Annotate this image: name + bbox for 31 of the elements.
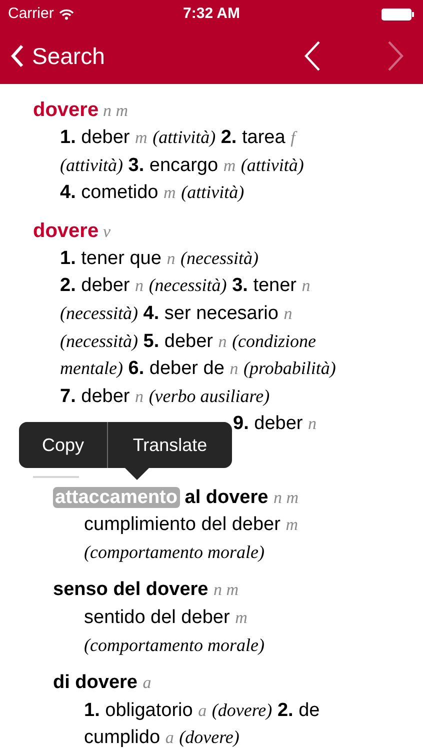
definition-line: (necessità) 4. ser necesario n	[59, 302, 294, 326]
phrase-headword: di dovere a	[52, 671, 152, 696]
definition-line: (attività) 3. encargo m (attività)	[59, 154, 305, 178]
definition-line: (comportamento morale)	[83, 540, 266, 564]
chevron-left-icon	[303, 40, 321, 72]
definition-line: (necessità) 5. deber n (condizione	[59, 330, 318, 354]
definition-line: 2. deber n (necessità) 3. tener n	[59, 274, 312, 298]
definition-line: 1. obligatorio a (dovere) 2. de	[83, 698, 321, 723]
definition-line: 1. tener que n (necessità)	[59, 246, 260, 271]
definition-line: 4. cometido m (attività)	[59, 181, 246, 206]
entry-headword: dovere n m	[32, 98, 130, 123]
phrase-headword: attaccamento al dovere n m	[52, 486, 300, 510]
definition-line: cumplido a (dovere)	[83, 726, 240, 750]
back-button[interactable]: Search	[10, 38, 105, 74]
chevron-right-icon	[387, 40, 405, 72]
definition-line: sentido del deber m	[83, 606, 248, 630]
definition-line: 1. deber m (attività) 2. tarea f	[59, 126, 298, 150]
phrase-headword: senso del dovere n m	[52, 578, 240, 602]
carrier-name: Carrier	[8, 4, 54, 24]
wifi-icon	[58, 8, 74, 20]
menu-item[interactable]: Copy	[19, 422, 108, 468]
status-time: 7:32 AM	[183, 4, 240, 24]
definition-line: 7. deber n (verbo ausiliare)	[59, 384, 271, 409]
chevron-left-icon	[10, 44, 24, 68]
battery-icon	[381, 8, 415, 20]
definition-line: 9. deber n	[232, 412, 318, 436]
definition-line: cumplimiento del deber m	[83, 513, 300, 538]
menu-item[interactable]: Translate	[108, 422, 232, 468]
entry-headword: dovere v	[32, 218, 112, 244]
definition-line: mentale) 6. deber de n (probabilità)	[59, 357, 337, 382]
definition-line: (comportamento morale)	[83, 634, 266, 657]
